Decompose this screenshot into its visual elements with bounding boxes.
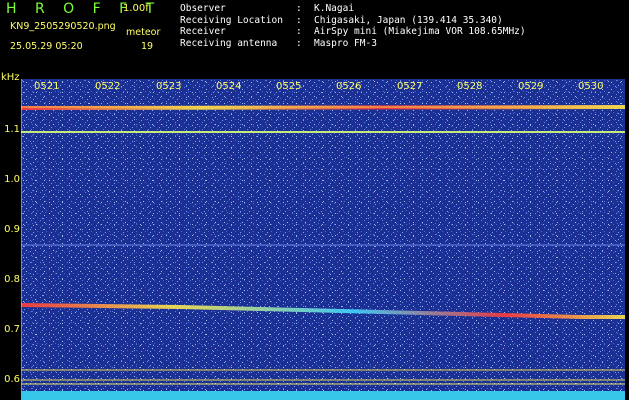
x-tick-label: 0527 (397, 81, 423, 92)
x-tick-label: 0524 (216, 81, 242, 92)
x-tick-label: 0525 (276, 81, 302, 92)
timestamp-label: 25.05.29 05:20 (10, 41, 83, 52)
info-key: Receiver (180, 26, 226, 38)
x-tick-label: 0522 (95, 81, 121, 92)
spectrogram-plot (21, 79, 625, 391)
info-value: Maspro FM-3 (314, 37, 377, 49)
signal-level-strip (21, 391, 625, 400)
info-key: Receiving antenna (180, 37, 278, 49)
x-tick-label: 0528 (457, 81, 483, 92)
info-separator: : (296, 26, 302, 38)
info-separator: : (296, 37, 302, 49)
header-panel: H R O F F T 1.00f KN9_2505290520.png met… (0, 0, 629, 72)
info-separator: : (296, 14, 302, 26)
info-value: K.Nagai (314, 3, 355, 14)
info-row-receiver: Receiver: AirSpy mini (Miakejima VOR 108.… (180, 26, 526, 38)
spectrogram-canvas (21, 79, 625, 391)
x-tick-label: 0529 (518, 81, 544, 92)
info-row-observer: Observer: K.Nagai (180, 3, 526, 15)
info-value: Chigasaki, Japan (139.414 35.340) (314, 14, 503, 26)
y-tick-label: 0.6 (4, 374, 20, 385)
info-separator: : (296, 3, 302, 14)
station-info: Observer: K.Nagai Receiving Location: Chig… (180, 3, 526, 49)
y-tick-label: 0.9 (4, 224, 20, 235)
meteor-count: 19 (141, 41, 154, 52)
x-tick-label: 0521 (34, 81, 60, 92)
y-axis-unit: kHz (1, 72, 20, 83)
info-value: AirSpy mini (Miakejima VOR 108.65MHz) (314, 26, 526, 38)
y-tick-label: 1.1 (4, 124, 20, 135)
y-tick-label: 0.7 (4, 324, 20, 335)
info-row-antenna: Receiving antenna: Maspro FM-3 (180, 38, 526, 50)
info-key: Observer (180, 3, 226, 14)
x-tick-label: 0526 (336, 81, 362, 92)
y-tick-label: 1.0 (4, 174, 20, 185)
x-tick-label: 0530 (578, 81, 604, 92)
filename-label: KN9_2505290520.png (10, 21, 116, 32)
noise-texture (21, 79, 625, 391)
info-row-location: Receiving Location: Chigasaki, Japan (139… (180, 15, 526, 27)
meteor-label: meteor (126, 27, 161, 38)
x-tick-label: 0523 (156, 81, 182, 92)
version-label: 1.00f (123, 3, 149, 14)
info-key: Receiving Location (180, 14, 283, 26)
y-tick-label: 0.8 (4, 274, 20, 285)
